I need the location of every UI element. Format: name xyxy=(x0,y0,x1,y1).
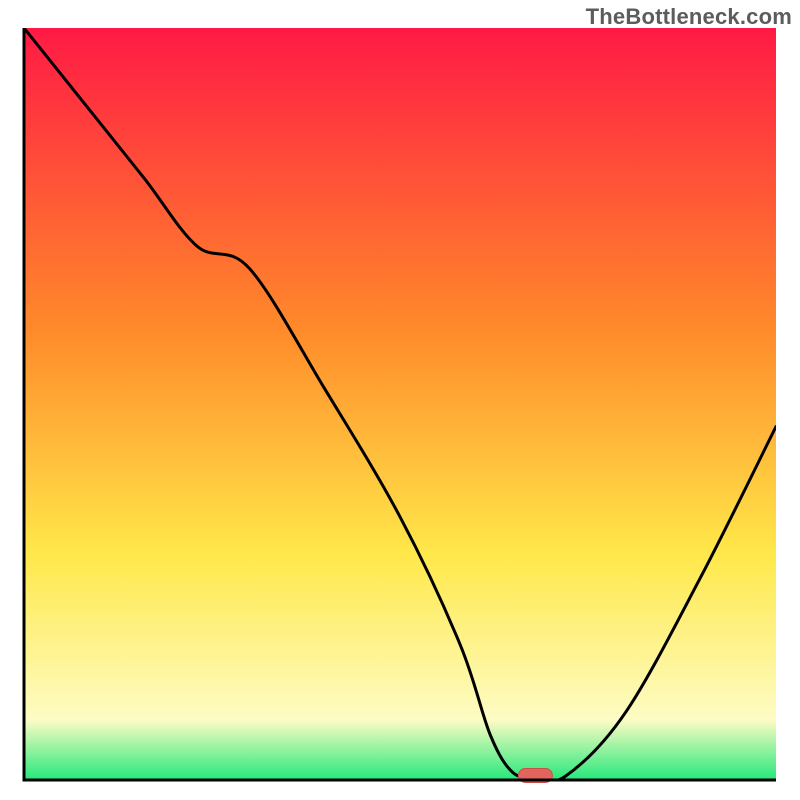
chart-svg xyxy=(0,0,800,800)
plot-background xyxy=(24,28,776,780)
chart-stage: TheBottleneck.com xyxy=(0,0,800,800)
watermark-text: TheBottleneck.com xyxy=(586,4,792,30)
